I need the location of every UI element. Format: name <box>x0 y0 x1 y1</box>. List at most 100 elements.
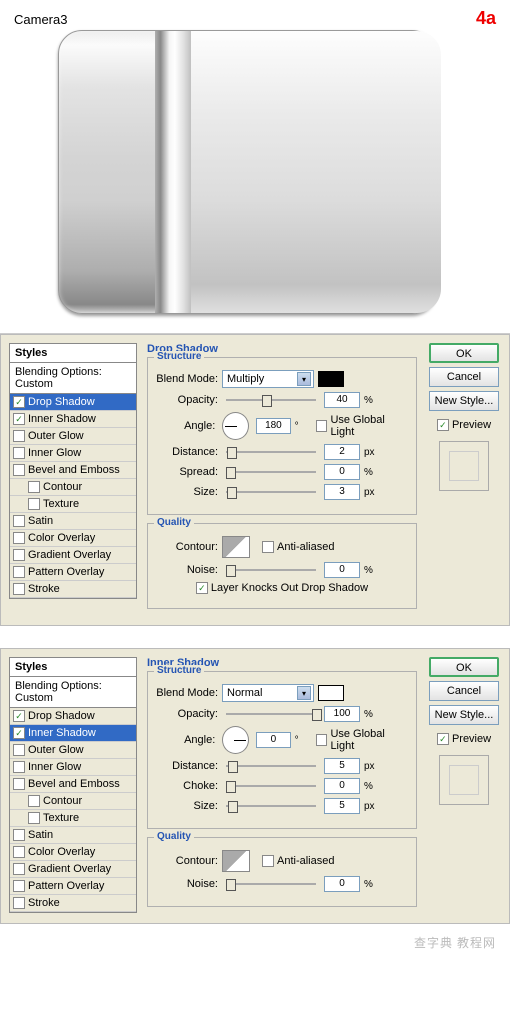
distance-field[interactable]: 5 <box>324 758 360 774</box>
style-texture[interactable]: Texture <box>10 496 136 513</box>
style-gradient-overlay[interactable]: Gradient Overlay <box>10 861 136 878</box>
checkbox-icon[interactable] <box>28 481 40 493</box>
size-slider[interactable] <box>226 491 316 493</box>
styles-column: Styles Blending Options: Custom Drop Sha… <box>9 657 137 915</box>
angle-field[interactable]: 0 <box>256 732 291 748</box>
style-pattern-overlay[interactable]: Pattern Overlay <box>10 564 136 581</box>
checkbox-icon[interactable] <box>13 549 25 561</box>
style-bevel-emboss[interactable]: Bevel and Emboss <box>10 776 136 793</box>
ok-button[interactable]: OK <box>429 657 499 677</box>
cancel-button[interactable]: Cancel <box>429 681 499 701</box>
opacity-slider[interactable] <box>226 713 316 715</box>
size-field[interactable]: 3 <box>324 484 360 500</box>
contour-picker[interactable] <box>222 536 250 558</box>
size-slider[interactable] <box>226 805 316 807</box>
checkbox-icon[interactable] <box>13 464 25 476</box>
blend-mode-select[interactable]: Normal▾ <box>222 684 314 702</box>
angle-field[interactable]: 180 <box>256 418 291 434</box>
checkbox-icon[interactable] <box>437 419 449 431</box>
new-style-button[interactable]: New Style... <box>429 391 499 411</box>
size-field[interactable]: 5 <box>324 798 360 814</box>
choke-slider[interactable] <box>226 785 316 787</box>
ok-button[interactable]: OK <box>429 343 499 363</box>
spread-field[interactable]: 0 <box>324 464 360 480</box>
checkbox-icon[interactable] <box>316 734 328 746</box>
checkbox-icon[interactable] <box>13 413 25 425</box>
style-drop-shadow[interactable]: Drop Shadow <box>10 394 136 411</box>
style-color-overlay[interactable]: Color Overlay <box>10 844 136 861</box>
style-outer-glow[interactable]: Outer Glow <box>10 742 136 759</box>
style-satin[interactable]: Satin <box>10 513 136 530</box>
style-outer-glow[interactable]: Outer Glow <box>10 428 136 445</box>
checkbox-icon[interactable] <box>262 541 274 553</box>
styles-header: Styles <box>9 343 137 363</box>
blending-options[interactable]: Blending Options: Custom <box>9 677 137 708</box>
checkbox-icon[interactable] <box>13 761 25 773</box>
angle-dial[interactable] <box>222 412 249 440</box>
checkbox-icon[interactable] <box>13 710 25 722</box>
style-gradient-overlay[interactable]: Gradient Overlay <box>10 547 136 564</box>
checkbox-icon[interactable] <box>13 566 25 578</box>
new-style-button[interactable]: New Style... <box>429 705 499 725</box>
checkbox-icon[interactable] <box>316 420 328 432</box>
checkbox-icon[interactable] <box>13 863 25 875</box>
checkbox-icon[interactable] <box>13 532 25 544</box>
checkbox-icon[interactable] <box>196 582 208 594</box>
style-pattern-overlay[interactable]: Pattern Overlay <box>10 878 136 895</box>
choke-field[interactable]: 0 <box>324 778 360 794</box>
distance-slider[interactable] <box>226 451 316 453</box>
blending-options[interactable]: Blending Options: Custom <box>9 363 137 394</box>
color-swatch[interactable] <box>318 371 344 387</box>
checkbox-icon[interactable] <box>28 812 40 824</box>
color-swatch[interactable] <box>318 685 344 701</box>
checkbox-icon[interactable] <box>28 498 40 510</box>
noise-slider[interactable] <box>226 883 316 885</box>
angle-dial[interactable] <box>222 726 249 754</box>
checkbox-icon[interactable] <box>13 897 25 909</box>
checkbox-icon[interactable] <box>13 880 25 892</box>
checkbox-icon[interactable] <box>13 430 25 442</box>
params-column: Drop Shadow Structure Blend Mode: Multip… <box>147 343 417 617</box>
params-column: Inner Shadow Structure Blend Mode: Norma… <box>147 657 417 915</box>
checkbox-icon[interactable] <box>13 447 25 459</box>
opacity-field[interactable]: 100 <box>324 706 360 722</box>
blend-mode-select[interactable]: Multiply▾ <box>222 370 314 388</box>
opacity-field[interactable]: 40 <box>324 392 360 408</box>
spread-slider[interactable] <box>226 471 316 473</box>
style-stroke[interactable]: Stroke <box>10 895 136 912</box>
structure-group: Structure Blend Mode: Normal▾ Opacity: 1… <box>147 671 417 829</box>
style-satin[interactable]: Satin <box>10 827 136 844</box>
checkbox-icon[interactable] <box>13 778 25 790</box>
checkbox-icon[interactable] <box>437 733 449 745</box>
checkbox-icon[interactable] <box>13 744 25 756</box>
checkbox-icon[interactable] <box>262 855 274 867</box>
style-color-overlay[interactable]: Color Overlay <box>10 530 136 547</box>
style-stroke[interactable]: Stroke <box>10 581 136 598</box>
preview-thumbnail <box>439 441 489 491</box>
noise-slider[interactable] <box>226 569 316 571</box>
style-inner-glow[interactable]: Inner Glow <box>10 759 136 776</box>
style-bevel-emboss[interactable]: Bevel and Emboss <box>10 462 136 479</box>
checkbox-icon[interactable] <box>28 795 40 807</box>
style-inner-shadow[interactable]: Inner Shadow <box>10 725 136 742</box>
style-inner-glow[interactable]: Inner Glow <box>10 445 136 462</box>
noise-field[interactable]: 0 <box>324 876 360 892</box>
checkbox-icon[interactable] <box>13 396 25 408</box>
noise-field[interactable]: 0 <box>324 562 360 578</box>
style-contour[interactable]: Contour <box>10 793 136 810</box>
checkbox-icon[interactable] <box>13 846 25 858</box>
layer-style-dialog-drop-shadow: Styles Blending Options: Custom Drop Sha… <box>0 334 510 626</box>
opacity-slider[interactable] <box>226 399 316 401</box>
style-drop-shadow[interactable]: Drop Shadow <box>10 708 136 725</box>
distance-slider[interactable] <box>226 765 316 767</box>
checkbox-icon[interactable] <box>13 515 25 527</box>
distance-field[interactable]: 2 <box>324 444 360 460</box>
contour-picker[interactable] <box>222 850 250 872</box>
cancel-button[interactable]: Cancel <box>429 367 499 387</box>
checkbox-icon[interactable] <box>13 583 25 595</box>
style-contour[interactable]: Contour <box>10 479 136 496</box>
checkbox-icon[interactable] <box>13 727 25 739</box>
checkbox-icon[interactable] <box>13 829 25 841</box>
style-texture[interactable]: Texture <box>10 810 136 827</box>
style-inner-shadow[interactable]: Inner Shadow <box>10 411 136 428</box>
